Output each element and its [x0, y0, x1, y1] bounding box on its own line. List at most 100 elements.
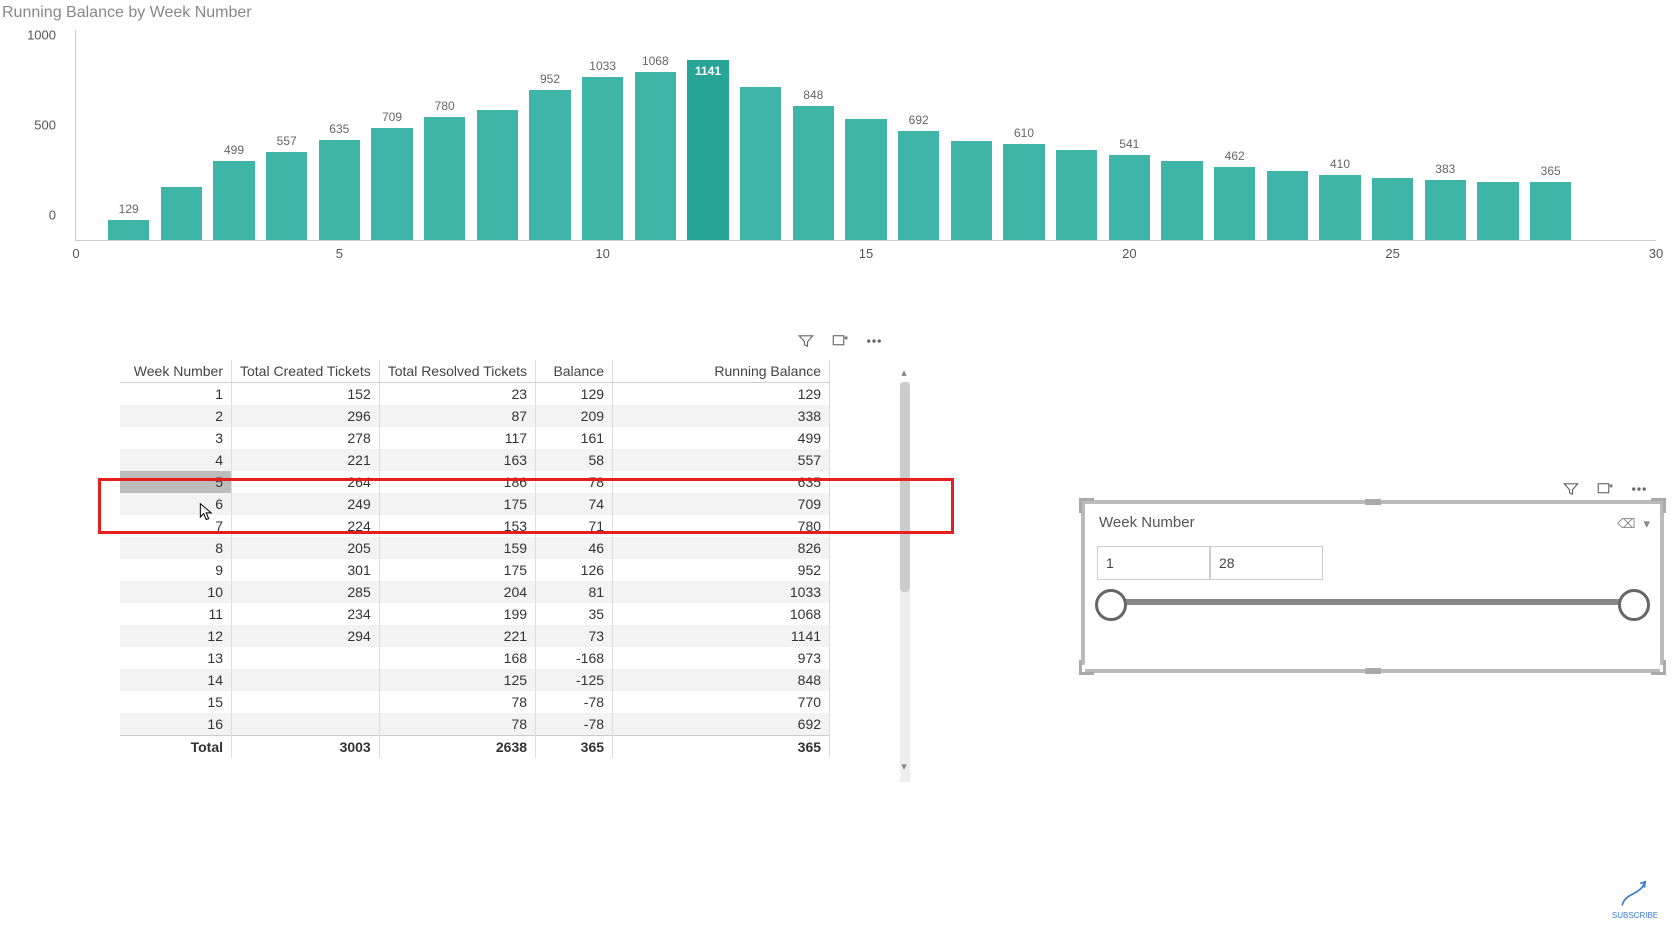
table-cell[interactable]: 780: [613, 515, 830, 537]
chart-bar[interactable]: 692: [898, 131, 939, 240]
bar-chart[interactable]: 1000 500 0 12949955763570978095210331068…: [20, 30, 1660, 260]
table-cell[interactable]: 338: [613, 405, 830, 427]
table-header[interactable]: Total Resolved Tickets: [379, 360, 535, 383]
chart-bar[interactable]: 541: [1109, 155, 1150, 240]
table-cell[interactable]: 6: [120, 493, 232, 515]
table-cell[interactable]: 159: [379, 537, 535, 559]
chart-bar[interactable]: [1056, 150, 1097, 240]
table-row[interactable]: 422116358557: [120, 449, 830, 471]
table-header[interactable]: Week Number: [120, 360, 232, 383]
table-cell[interactable]: 848: [613, 669, 830, 691]
data-table[interactable]: Week NumberTotal Created TicketsTotal Re…: [120, 360, 910, 800]
table-cell[interactable]: 35: [536, 603, 613, 625]
table-cell[interactable]: 163: [379, 449, 535, 471]
chart-bar[interactable]: 635: [319, 140, 360, 240]
table-cell[interactable]: 221: [379, 625, 535, 647]
focus-mode-icon[interactable]: [829, 330, 851, 352]
table-cell[interactable]: 770: [613, 691, 830, 713]
more-options-icon[interactable]: [863, 330, 885, 352]
table-cell[interactable]: 152: [232, 383, 380, 406]
scroll-down-icon[interactable]: ▾: [898, 760, 910, 774]
table-cell[interactable]: 224: [232, 515, 380, 537]
chart-bar[interactable]: 709: [371, 128, 412, 240]
table-cell[interactable]: 23: [379, 383, 535, 406]
table-row[interactable]: 115223129129: [120, 383, 830, 406]
table-cell[interactable]: 204: [379, 581, 535, 603]
table-cell[interactable]: 126: [536, 559, 613, 581]
chart-bar[interactable]: [1372, 178, 1413, 240]
table-row[interactable]: 1578-78770: [120, 691, 830, 713]
table-header[interactable]: Balance: [536, 360, 613, 383]
slicer-track[interactable]: [1105, 599, 1640, 605]
table-cell[interactable]: 125: [379, 669, 535, 691]
table-cell[interactable]: 301: [232, 559, 380, 581]
table-cell[interactable]: 81: [536, 581, 613, 603]
slicer-min-input[interactable]: [1097, 546, 1210, 580]
table-cell[interactable]: 3: [120, 427, 232, 449]
table-cell[interactable]: 13: [120, 647, 232, 669]
table-cell[interactable]: 73: [536, 625, 613, 647]
table-row[interactable]: 9301175126952: [120, 559, 830, 581]
table-cell[interactable]: -125: [536, 669, 613, 691]
table-cell[interactable]: 205: [232, 537, 380, 559]
table-row[interactable]: 11234199351068: [120, 603, 830, 625]
table-cell[interactable]: 221: [232, 449, 380, 471]
table-cell[interactable]: 186: [379, 471, 535, 493]
scroll-up-icon[interactable]: ▴: [898, 366, 910, 380]
table-cell[interactable]: 87: [379, 405, 535, 427]
chart-bar[interactable]: [161, 187, 202, 240]
table-cell[interactable]: 285: [232, 581, 380, 603]
table-row[interactable]: 820515946826: [120, 537, 830, 559]
scrollbar-thumb[interactable]: [900, 382, 910, 592]
table-cell[interactable]: 1033: [613, 581, 830, 603]
chart-bar[interactable]: [845, 119, 886, 240]
table-row[interactable]: 1678-78692: [120, 713, 830, 736]
table-cell[interactable]: 2: [120, 405, 232, 427]
table-cell[interactable]: 71: [536, 515, 613, 537]
chart-bar[interactable]: 1068: [635, 72, 676, 240]
table-cell[interactable]: 129: [536, 383, 613, 406]
chart-bar[interactable]: 410: [1319, 175, 1360, 240]
table-cell[interactable]: 12: [120, 625, 232, 647]
table-cell[interactable]: 129: [613, 383, 830, 406]
table-cell[interactable]: 58: [536, 449, 613, 471]
chart-bar[interactable]: 848: [793, 106, 834, 240]
table-cell[interactable]: 168: [379, 647, 535, 669]
chart-bar[interactable]: 462: [1214, 167, 1255, 240]
table-cell[interactable]: [232, 691, 380, 713]
table-header[interactable]: Total Created Tickets: [232, 360, 380, 383]
table-cell[interactable]: 1141: [613, 625, 830, 647]
table-cell[interactable]: 175: [379, 493, 535, 515]
slicer-handle-max[interactable]: [1618, 589, 1650, 621]
chart-bar[interactable]: [951, 141, 992, 240]
table-cell[interactable]: 14: [120, 669, 232, 691]
table-cell[interactable]: 161: [536, 427, 613, 449]
table-cell[interactable]: 264: [232, 471, 380, 493]
chart-bar[interactable]: 952: [529, 90, 570, 240]
table-cell[interactable]: [232, 647, 380, 669]
table-cell[interactable]: -78: [536, 691, 613, 713]
clear-selection-icon[interactable]: ⌫: [1617, 516, 1635, 532]
table-cell[interactable]: 296: [232, 405, 380, 427]
table-cell[interactable]: 209: [536, 405, 613, 427]
table-cell[interactable]: 952: [613, 559, 830, 581]
table-cell[interactable]: [232, 669, 380, 691]
table-cell[interactable]: 692: [613, 713, 830, 736]
chart-bar[interactable]: 383: [1425, 180, 1466, 240]
table-cell[interactable]: 9: [120, 559, 232, 581]
week-number-slicer[interactable]: Week Number ⌫ ▾: [1085, 500, 1660, 673]
table-cell[interactable]: 10: [120, 581, 232, 603]
table-cell[interactable]: 46: [536, 537, 613, 559]
table-cell[interactable]: 557: [613, 449, 830, 471]
more-options-icon[interactable]: [1628, 478, 1650, 500]
table-cell[interactable]: 973: [613, 647, 830, 669]
chart-bar[interactable]: [477, 110, 518, 240]
table-cell[interactable]: 234: [232, 603, 380, 625]
chart-bar[interactable]: 499: [213, 161, 254, 240]
table-cell[interactable]: [232, 713, 380, 736]
table-row[interactable]: 722415371780: [120, 515, 830, 537]
chart-bar[interactable]: 129: [108, 220, 149, 240]
table-cell[interactable]: 278: [232, 427, 380, 449]
table-cell[interactable]: 7: [120, 515, 232, 537]
table-cell[interactable]: -78: [536, 713, 613, 736]
